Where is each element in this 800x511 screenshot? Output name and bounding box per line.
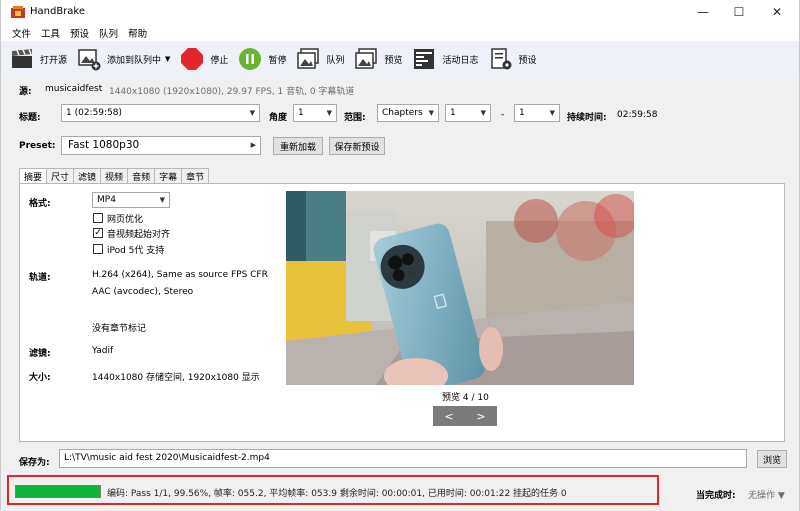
pause-icon xyxy=(239,48,262,70)
preview-prev-button[interactable]: < xyxy=(433,406,465,426)
tab-video[interactable]: 视频 xyxy=(100,168,129,183)
chevron-down-icon[interactable]: ▼ xyxy=(165,55,170,63)
save-as-label: 保存为: xyxy=(19,458,50,468)
maximize-button[interactable]: ☐ xyxy=(721,0,757,24)
format-select[interactable]: MP4 ▼ xyxy=(92,192,170,208)
format-label: 格式: xyxy=(29,199,51,209)
add-to-queue-button[interactable]: 添加到队列中 ▼ xyxy=(77,44,170,74)
size-value: 1440x1080 存储空间, 1920x1080 显示 xyxy=(92,373,260,383)
web-optimized-label: 网页优化 xyxy=(107,215,144,225)
title-select[interactable]: 1 (02:59:58) ▼ xyxy=(61,104,260,122)
size-label: 大小: xyxy=(29,373,51,383)
when-done-select[interactable]: 无操作 ▼ xyxy=(748,488,785,501)
preset-label: Preset: xyxy=(19,141,56,151)
document-gear-icon xyxy=(490,48,511,70)
activity-log-button[interactable]: 活动日志 xyxy=(412,44,479,74)
preview-counter: 预览 4 / 10 xyxy=(442,393,489,403)
menu-presets[interactable]: 预设 xyxy=(65,24,94,41)
encode-progress-bar xyxy=(15,485,101,498)
stop-icon xyxy=(181,48,204,70)
encode-status-text: 编码: Pass 1/1, 99.56%, 帧率: 055.2, 平均帧率: 0… xyxy=(107,489,567,499)
preview-image-icon xyxy=(355,48,378,69)
source-name: musicaidfest xyxy=(45,84,103,94)
range-separator: - xyxy=(501,110,505,120)
tab-subtitles[interactable]: 字幕 xyxy=(154,168,183,183)
add-image-icon xyxy=(78,49,101,71)
range-label: 范围: xyxy=(344,113,366,123)
queue-images-icon xyxy=(297,48,320,69)
title-bar: HandBrake — ☐ ✕ xyxy=(1,0,799,24)
minimize-button[interactable]: — xyxy=(685,0,721,24)
source-label: 源: xyxy=(19,87,32,97)
chevron-down-icon: ▼ xyxy=(428,109,434,117)
chevron-down-icon: ▼ xyxy=(249,109,255,117)
av-align-checkbox[interactable]: ✓ xyxy=(93,228,103,238)
chevron-down-icon: ▼ xyxy=(326,109,332,117)
preview-image xyxy=(286,191,634,385)
destination-path-input[interactable]: L:\TV\music aid fest 2020\Musicaidfest-2… xyxy=(59,449,747,468)
chapters-note: 没有章节标记 xyxy=(92,324,147,334)
duration-label: 持续时间: xyxy=(567,113,607,123)
track-video: H.264 (x264), Same as source FPS CFR xyxy=(92,270,268,280)
menu-file[interactable]: 文件 xyxy=(7,24,36,41)
filters-value: Yadif xyxy=(92,346,114,356)
menu-tools[interactable]: 工具 xyxy=(36,24,65,41)
toolbar: 打开源 添加到队列中 ▼ 停止 暂停 队列 预览 活动日志 预设 xyxy=(1,41,799,77)
source-info: 1440x1080 (1920x1080), 29.97 FPS, 1 音轨, … xyxy=(109,87,355,97)
handbrake-logo-icon xyxy=(11,6,25,18)
presets-button[interactable]: 预设 xyxy=(489,44,537,74)
terminal-icon xyxy=(414,49,435,69)
chevron-down-icon: ▼ xyxy=(159,196,165,204)
preview-photo xyxy=(286,191,634,385)
save-new-preset-button[interactable]: 保存新预设 xyxy=(329,137,385,155)
menu-help[interactable]: 帮助 xyxy=(123,24,152,41)
angle-label: 角度 xyxy=(269,113,288,123)
tab-chapters[interactable]: 章节 xyxy=(181,168,210,183)
range-end-select[interactable]: 1 ▼ xyxy=(514,104,560,122)
status-bar: 编码: Pass 1/1, 99.56%, 帧率: 055.2, 平均帧率: 0… xyxy=(7,475,659,505)
queue-button[interactable]: 队列 xyxy=(296,44,344,74)
filters-label: 滤镜: xyxy=(29,349,51,359)
preview-next-button[interactable]: > xyxy=(465,406,497,426)
av-align-label: 音视频起始对齐 xyxy=(107,230,171,240)
tab-dimensions[interactable]: 尺寸 xyxy=(46,168,75,183)
close-button[interactable]: ✕ xyxy=(759,0,795,24)
tab-filters[interactable]: 滤镜 xyxy=(73,168,102,183)
open-source-button[interactable]: 打开源 xyxy=(10,44,67,74)
ipod-support-checkbox[interactable] xyxy=(93,244,103,254)
reload-preset-button[interactable]: 重新加载 xyxy=(273,137,323,155)
title-label: 标题: xyxy=(19,113,41,123)
ipod-support-label: iPod 5代 支持 xyxy=(107,246,165,256)
window-title: HandBrake xyxy=(30,6,86,17)
preview-button[interactable]: 预览 xyxy=(354,44,402,74)
settings-tabs: 摘要 尺寸 滤镜 视频 音频 字幕 章节 xyxy=(19,168,210,184)
angle-select[interactable]: 1 ▼ xyxy=(293,104,337,122)
preset-select[interactable]: Fast 1080p30 ▶ xyxy=(61,136,261,155)
duration-value: 02:59:58 xyxy=(617,110,658,120)
menu-queue[interactable]: 队列 xyxy=(94,24,123,41)
chevron-down-icon: ▼ xyxy=(480,109,486,117)
range-type-select[interactable]: Chapters ▼ xyxy=(377,104,439,122)
chevron-right-icon: ▶ xyxy=(250,141,256,149)
pause-button[interactable]: 暂停 xyxy=(238,44,286,74)
menu-bar: 文件 工具 预设 队列 帮助 xyxy=(1,24,799,41)
clapperboard-icon xyxy=(12,49,32,68)
browse-button[interactable]: 浏览 xyxy=(757,450,787,468)
range-start-select[interactable]: 1 ▼ xyxy=(445,104,491,122)
chevron-down-icon: ▼ xyxy=(549,109,555,117)
stop-button[interactable]: 停止 xyxy=(180,44,228,74)
when-done-label: 当完成时: xyxy=(696,491,736,501)
tab-summary[interactable]: 摘要 xyxy=(19,168,48,184)
web-optimized-checkbox[interactable] xyxy=(93,213,103,223)
track-audio: AAC (avcodec), Stereo xyxy=(92,287,194,297)
handbrake-window: HandBrake — ☐ ✕ 文件 工具 预设 队列 帮助 打开源 添加到队列… xyxy=(0,0,800,511)
tracks-label: 轨道: xyxy=(29,273,51,283)
tab-audio[interactable]: 音频 xyxy=(127,168,156,183)
